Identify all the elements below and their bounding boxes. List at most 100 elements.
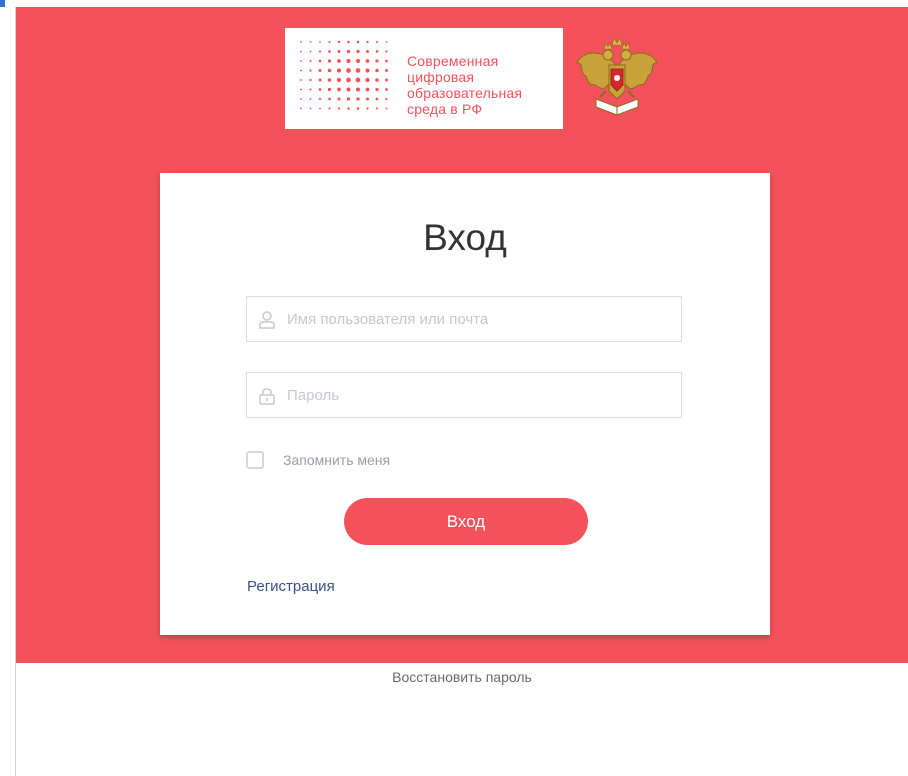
- logo-dot: [309, 59, 312, 63]
- logo-line-4: среда в РФ: [407, 101, 483, 117]
- logo-dot: [375, 40, 379, 44]
- logo-dot: [356, 40, 360, 44]
- remember-me-label: Запомнить меня: [283, 452, 391, 468]
- user-icon: [259, 311, 275, 329]
- logo-line-2: цифровая: [407, 69, 475, 85]
- logo-dot: [309, 50, 312, 53]
- logo-dot: [300, 88, 302, 91]
- logo-dot: [356, 59, 360, 63]
- logo-dot: [300, 107, 302, 110]
- logo-dot: [318, 78, 322, 82]
- remember-me-row[interactable]: Запомнить меня: [246, 450, 390, 470]
- logo-dot: [385, 88, 388, 91]
- logo-dot: [327, 87, 332, 92]
- logo-dot: [375, 68, 379, 73]
- logo-dot: [385, 78, 388, 82]
- logo-dot: [336, 77, 342, 83]
- logo-dot: [385, 69, 388, 72]
- logo-dot: [347, 107, 350, 110]
- logo-dot: [337, 40, 341, 44]
- logo-dot: [365, 68, 370, 73]
- logo-dot: [327, 68, 332, 73]
- logo-dot: [356, 49, 360, 54]
- logo-dot: [300, 79, 302, 81]
- register-link[interactable]: Регистрация: [247, 578, 335, 595]
- logo-dot: [355, 77, 361, 83]
- logo-dot: [375, 78, 379, 82]
- password-input[interactable]: [287, 373, 667, 417]
- logo-dot: [327, 78, 332, 82]
- logo-dot: [337, 97, 341, 101]
- logo-dot: [347, 40, 350, 44]
- logo-dot: [385, 107, 388, 110]
- logo-dot: [385, 41, 388, 43]
- scos-logo: Современная цифровая образовательная сре…: [285, 28, 563, 129]
- dot-grid-logo-icon: [300, 40, 388, 110]
- logo-dot: [319, 41, 321, 43]
- login-card: Вход Запомнить меня Вход Регистрация: [160, 173, 770, 635]
- logo-dot: [366, 40, 369, 44]
- logo-line-1: Современная: [407, 53, 499, 69]
- logo-dot: [318, 69, 322, 72]
- logo-dot: [300, 41, 302, 43]
- login-title: Вход: [423, 217, 507, 258]
- logo-dot: [318, 59, 322, 63]
- remember-me-checkbox[interactable]: [246, 451, 264, 469]
- logo-dot: [356, 97, 360, 101]
- logo-dot: [318, 97, 322, 101]
- logo-dot: [375, 87, 379, 92]
- logo-dot: [309, 41, 312, 43]
- logo-dot: [309, 107, 312, 110]
- logo-dot: [385, 59, 388, 63]
- logo-dot: [318, 88, 322, 91]
- lock-icon: [259, 388, 275, 405]
- username-field[interactable]: [246, 296, 682, 342]
- logo-dot: [346, 77, 351, 83]
- login-button[interactable]: Вход: [344, 498, 588, 545]
- logo-dot: [346, 87, 351, 92]
- logo-dot: [337, 49, 341, 54]
- logo-dot: [337, 87, 341, 92]
- logo-dot: [375, 59, 379, 63]
- logo-dot: [365, 77, 370, 83]
- restore-password-link[interactable]: Восстановить пароль: [16, 669, 908, 685]
- logo-dot: [319, 107, 321, 110]
- logo-dot: [385, 50, 388, 53]
- logo-dot: [366, 107, 369, 110]
- logo-dot: [337, 59, 341, 63]
- logo-dot: [328, 40, 331, 44]
- logo-dot: [300, 69, 302, 72]
- window-top-edge: [0, 0, 908, 7]
- logo-dot: [385, 97, 388, 101]
- password-field[interactable]: [246, 372, 682, 418]
- logo-dot: [337, 107, 341, 110]
- logo-dot: [309, 78, 312, 82]
- logo-dot: [355, 68, 361, 73]
- logo-dot: [375, 97, 379, 101]
- logo-dot: [328, 97, 331, 101]
- logo-dot: [328, 50, 331, 53]
- logo-dot: [300, 60, 302, 62]
- logo-dot: [309, 98, 312, 100]
- logo-dot: [356, 87, 360, 92]
- logo-dot: [327, 59, 332, 63]
- logo-dot: [318, 50, 322, 53]
- logo-dot: [375, 50, 379, 53]
- logo-dot: [346, 68, 351, 73]
- logo-dot: [365, 87, 370, 92]
- logo-text: Современная цифровая образовательная сре…: [407, 53, 522, 117]
- logo-dot: [375, 107, 379, 110]
- logo-dot: [309, 88, 312, 91]
- logo-line-3: образовательная: [407, 85, 523, 101]
- logo-dot: [309, 69, 312, 72]
- coat-of-arms-icon: [576, 37, 658, 116]
- logo-dot: [346, 97, 351, 101]
- username-input[interactable]: [287, 297, 667, 341]
- logo-dot: [346, 59, 351, 63]
- corner-marker: [0, 0, 5, 7]
- logo-dot: [356, 107, 360, 110]
- logo-dot: [336, 68, 342, 73]
- logo-dot: [365, 97, 370, 101]
- logo-dot: [300, 98, 302, 100]
- logo-dot: [365, 49, 370, 54]
